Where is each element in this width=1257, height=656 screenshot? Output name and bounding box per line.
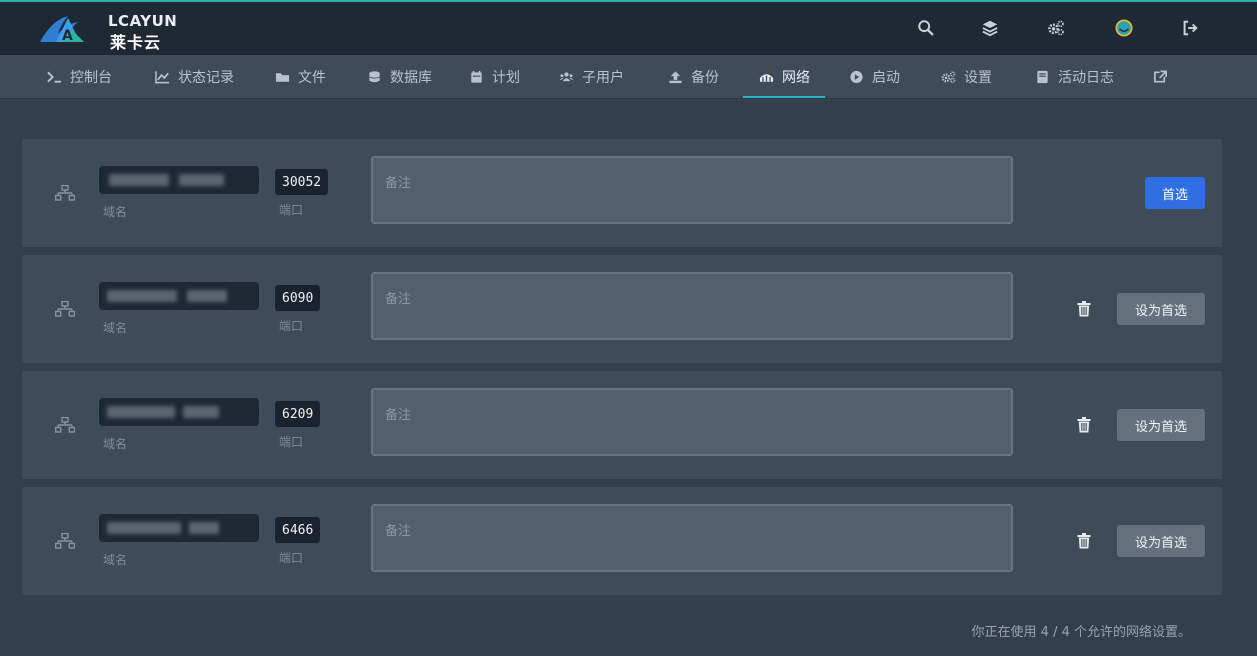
allocation-row: 域名 6209 端口 备注 设为首选 — [22, 371, 1222, 479]
domain-value — [99, 514, 259, 542]
port-label: 端口 — [279, 435, 304, 449]
server-nav: 控制台 状态记录 文件 数据库 计划 子用户 备份 网络 启动 设置 活动日志 — [0, 55, 1257, 99]
port-label: 端口 — [279, 319, 304, 333]
cogs-icon[interactable] — [1046, 18, 1066, 38]
avatar[interactable] — [1114, 18, 1134, 38]
network-wired-icon — [758, 70, 774, 84]
trash-icon[interactable] — [1077, 301, 1091, 317]
play-circle-icon — [848, 70, 864, 84]
calendar-icon — [468, 70, 484, 84]
top-header: A LCAYUN 莱卡云 — [0, 0, 1257, 55]
tab-startup[interactable]: 启动 — [848, 55, 900, 99]
tab-label: 备份 — [691, 70, 719, 86]
notes-input[interactable]: 备注 — [371, 504, 1013, 572]
tab-label: 文件 — [298, 70, 326, 86]
tab-schedules[interactable]: 计划 — [468, 55, 520, 99]
tab-label: 网络 — [782, 70, 810, 86]
terminal-icon — [46, 70, 62, 84]
tab-files[interactable]: 文件 — [274, 55, 326, 99]
port-value: 30052 — [275, 169, 329, 195]
domain-value — [99, 166, 259, 194]
database-icon — [366, 70, 382, 84]
upload-icon — [667, 70, 683, 84]
port-value: 6466 — [275, 517, 321, 543]
set-primary-button[interactable]: 设为首选 — [1117, 525, 1205, 557]
brand-logo[interactable]: A LCAYUN 莱卡云 — [38, 12, 177, 52]
tab-label: 活动日志 — [1058, 70, 1114, 86]
trash-icon[interactable] — [1077, 533, 1091, 549]
book-icon — [1034, 70, 1050, 84]
notes-input[interactable]: 备注 — [371, 156, 1013, 224]
domain-label: 域名 — [103, 321, 128, 335]
domain-label: 域名 — [103, 205, 128, 219]
domain-value — [99, 282, 259, 310]
brand-name-en: LCAYUN — [108, 12, 178, 30]
allocation-row: 域名 30052 端口 备注 首选 — [22, 139, 1222, 247]
users-icon — [558, 70, 574, 84]
set-primary-button[interactable]: 设为首选 — [1117, 293, 1205, 325]
network-icon — [55, 301, 75, 317]
logout-icon[interactable] — [1180, 18, 1200, 38]
tab-label: 计划 — [492, 70, 520, 86]
port-label: 端口 — [279, 203, 304, 217]
tab-activity-log[interactable]: 活动日志 — [1034, 55, 1114, 99]
cogs-icon — [940, 70, 956, 84]
tab-backups[interactable]: 备份 — [667, 55, 719, 99]
tab-label: 数据库 — [390, 70, 432, 86]
domain-label: 域名 — [103, 437, 128, 451]
tab-settings[interactable]: 设置 — [940, 55, 992, 99]
domain-value — [99, 398, 259, 426]
tab-database[interactable]: 数据库 — [366, 55, 432, 99]
network-icon — [55, 533, 75, 549]
active-tab-underline — [743, 96, 825, 98]
layers-icon[interactable] — [980, 18, 1000, 38]
tab-label: 控制台 — [70, 70, 112, 86]
external-link-icon[interactable] — [1152, 55, 1176, 99]
tab-network[interactable]: 网络 — [758, 55, 810, 99]
port-value: 6090 — [275, 285, 321, 311]
set-primary-button[interactable]: 设为首选 — [1117, 409, 1205, 441]
port-label: 端口 — [279, 551, 304, 565]
logo-mark-icon: A — [40, 16, 84, 44]
svg-text:A: A — [62, 28, 73, 44]
search-icon[interactable] — [916, 18, 936, 38]
allocation-usage-text: 你正在使用 4 / 4 个允许的网络设置。 — [971, 625, 1191, 640]
domain-label: 域名 — [103, 553, 128, 567]
port-value: 6209 — [275, 401, 321, 427]
notes-input[interactable]: 备注 — [371, 272, 1013, 340]
notes-input[interactable]: 备注 — [371, 388, 1013, 456]
tab-label: 子用户 — [582, 70, 624, 86]
tab-label: 设置 — [964, 70, 992, 86]
network-icon — [55, 417, 75, 433]
folder-icon — [274, 70, 290, 84]
tab-subusers[interactable]: 子用户 — [558, 55, 624, 99]
tab-label: 启动 — [872, 70, 900, 86]
network-icon — [55, 185, 75, 201]
tab-console[interactable]: 控制台 — [46, 55, 112, 99]
trash-icon[interactable] — [1077, 417, 1091, 433]
primary-badge-button[interactable]: 首选 — [1145, 177, 1205, 209]
allocation-row: 域名 6090 端口 备注 设为首选 — [22, 255, 1222, 363]
tab-label: 状态记录 — [178, 70, 234, 86]
chart-line-icon — [154, 70, 170, 84]
brand-name-cn: 莱卡云 — [110, 33, 162, 52]
tab-status-log[interactable]: 状态记录 — [154, 55, 234, 99]
external-link-glyph — [1152, 70, 1168, 84]
allocation-row: 域名 6466 端口 备注 设为首选 — [22, 487, 1222, 595]
